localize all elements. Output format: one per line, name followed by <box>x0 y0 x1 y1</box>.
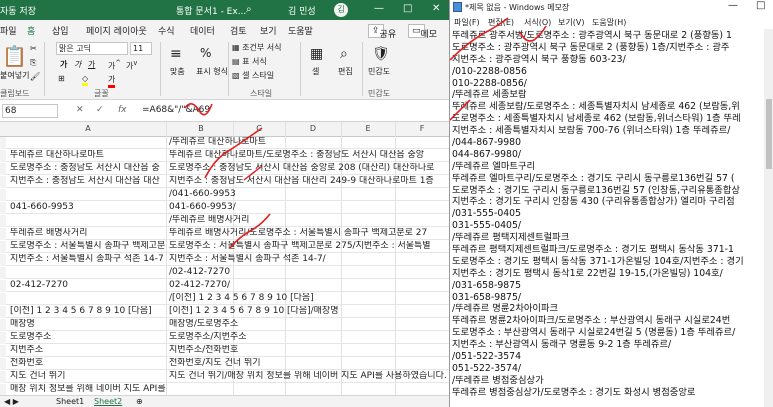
excel-window: 자동 저장 통합 문서1 - Ex... ⌕ 김 민성 김 — □ ✕ 파일 홈… <box>0 0 449 407</box>
notepad-window: *제목 없음 - Windows 메모장 — □ 파일(F) 편집(E) 서식(… <box>449 0 773 407</box>
pen-annotation <box>184 103 271 249</box>
pen-annotation-notepad <box>450 17 547 121</box>
desktop: 자동 저장 통합 문서1 - Ex... ⌕ 김 민성 김 — □ ✕ 파일 홈… <box>0 0 773 407</box>
